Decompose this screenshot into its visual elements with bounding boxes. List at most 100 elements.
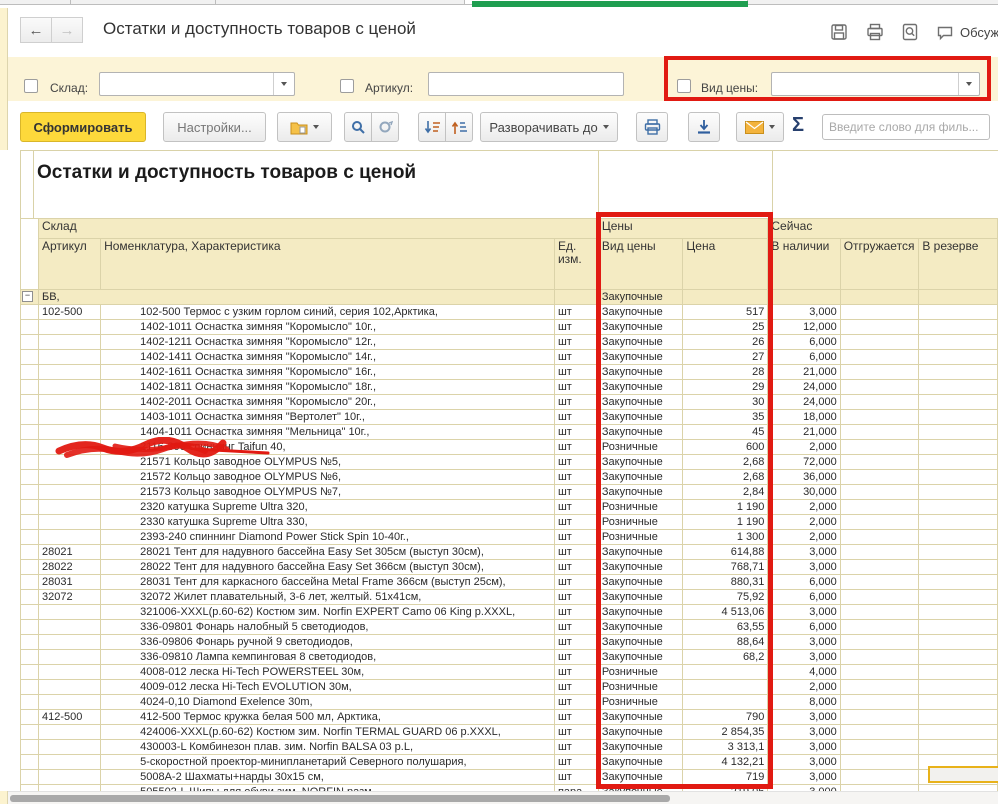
table-row[interactable]: 1402-1811 Оснастка зимняя "Коромысло" 18… (21, 380, 998, 395)
table-row[interactable]: 21571 Кольцо заводное OLYMPUS №5,штЗакуп… (21, 455, 998, 470)
table-row[interactable]: 412-500412-500 Термос кружка белая 500 м… (21, 710, 998, 725)
sklad-checkbox[interactable] (24, 79, 38, 93)
back-arrow-icon: ← (29, 22, 44, 39)
table-row[interactable]: 1402-1211 Оснастка зимняя "Коромысло" 12… (21, 335, 998, 350)
table-row[interactable]: 4024-0,10 Diamond Exelence 30m,штРозничн… (21, 695, 998, 710)
discussions-label[interactable]: Обсужден (960, 25, 998, 40)
artikul-checkbox[interactable] (340, 79, 354, 93)
report-border (598, 150, 599, 218)
table-row[interactable]: 424006-XXXL(р.60-62) Костюм зим. Norfin … (21, 725, 998, 740)
artikul-input[interactable] (428, 72, 624, 96)
report-border (20, 150, 998, 151)
send-email-button[interactable] (736, 112, 784, 142)
table-row[interactable]: 1404-1011 Оснастка зимняя "Мельница" 10г… (21, 425, 998, 440)
table-row[interactable]: 1402-1611 Оснастка зимняя "Коромысло" 16… (21, 365, 998, 380)
table-row[interactable]: 2393-240 спиннинг Diamond Power Stick Sp… (21, 530, 998, 545)
print-report-button[interactable] (636, 112, 668, 142)
chevron-down-icon (313, 125, 319, 129)
quick-filter-input[interactable] (822, 114, 990, 140)
expand-to-button[interactable]: Разворачивать до (480, 112, 618, 142)
reset-search-button[interactable] (371, 112, 399, 142)
back-button[interactable]: ← (20, 17, 52, 43)
search-button[interactable] (344, 112, 372, 142)
chevron-down-icon[interactable] (958, 73, 979, 95)
save-report-button[interactable] (688, 112, 720, 142)
table-row[interactable]: 5-скоростной проектор-минипланетарий Сев… (21, 755, 998, 770)
vid-ceny-combobox[interactable] (771, 72, 980, 96)
header-now-group: Сейчас (768, 219, 998, 239)
table-row[interactable]: 3207232072 Жилет плавательный, 3-6 лет, … (21, 590, 998, 605)
folder-icon (290, 120, 308, 135)
sort-descending-button[interactable] (418, 112, 446, 142)
table-row[interactable]: 2803128031 Тент для каркасного бассейна … (21, 575, 998, 590)
table-row[interactable]: 21572 Кольцо заводное OLYMPUS №6,штЗакуп… (21, 470, 998, 485)
report-tbody: −БВ,Закупочные102-500102-500 Термос с уз… (21, 290, 998, 792)
sklad-label: Склад: (50, 81, 88, 95)
vid-ceny-label: Вид цены: (701, 81, 758, 95)
header-sklad: Склад (39, 219, 599, 239)
table-row[interactable]: 1402-2011 Оснастка зимняя "Коромысло" 20… (21, 395, 998, 410)
chevron-down-icon[interactable] (273, 73, 294, 95)
totals-sigma-button[interactable]: Σ (792, 114, 804, 137)
table-row[interactable]: 2116-300 спиннинг Taifun 40,штРозничные6… (21, 440, 998, 455)
sort-descending-icon (424, 120, 441, 135)
table-row[interactable]: 430003-L Комбинезон плав. зим. Norfin BA… (21, 740, 998, 755)
table-row[interactable]: 2320 катушка Supreme Ultra 320,штРозничн… (21, 500, 998, 515)
report-border (772, 150, 773, 218)
table-row[interactable]: 2330 катушка Supreme Ultra 330,штРозничн… (21, 515, 998, 530)
table-row[interactable]: 5008А-2 Шахматы+нарды 30х15 см,штЗакупоч… (21, 770, 998, 785)
selected-cell[interactable] (928, 766, 998, 783)
active-tab-indicator (472, 1, 748, 7)
sort-ascending-button[interactable] (445, 112, 473, 142)
report-border (20, 150, 21, 218)
expand-to-label: Разворачивать до (489, 120, 597, 135)
table-row[interactable]: 336-09810 Лампа кемпинговая 8 светодиодо… (21, 650, 998, 665)
horizontal-scrollbar[interactable] (8, 791, 998, 804)
table-row[interactable]: 21573 Кольцо заводное OLYMPUS №7,штЗакуп… (21, 485, 998, 500)
browser-tab[interactable] (71, 0, 216, 5)
save-icon[interactable] (830, 23, 848, 41)
report-border (33, 150, 34, 218)
download-icon (696, 119, 712, 135)
table-row[interactable]: 1403-1011 Оснастка зимняя "Вертолет" 10г… (21, 410, 998, 425)
printer-icon (644, 119, 661, 135)
report-table: Склад Цены Сейчас Артикул Номенклатура, … (20, 218, 998, 791)
browser-tab[interactable] (216, 0, 465, 5)
vid-ceny-checkbox[interactable] (677, 79, 691, 93)
table-row[interactable]: 1402-1411 Оснастка зимняя "Коромысло" 14… (21, 350, 998, 365)
header-in-stock: В наличии (768, 239, 840, 290)
collapse-group-button[interactable]: − (22, 291, 33, 302)
discussions-icon[interactable] (936, 23, 954, 41)
table-row[interactable]: 4009-012 леска Hi-Tech EVOLUTION 30м,штР… (21, 680, 998, 695)
report-title: Остатки и доступность товаров с ценой (37, 162, 416, 184)
generate-button[interactable]: Сформировать (20, 112, 146, 142)
print-icon[interactable] (866, 23, 884, 41)
chevron-down-icon (603, 125, 609, 129)
sort-ascending-icon (451, 120, 468, 135)
forward-button[interactable]: → (51, 17, 83, 43)
chevron-down-icon (769, 125, 775, 129)
header-price-type: Вид цены (598, 239, 683, 290)
browser-tab[interactable] (0, 0, 71, 5)
sklad-combobox[interactable] (99, 72, 295, 96)
table-row[interactable]: 102-500102-500 Термос с узким горлом син… (21, 305, 998, 320)
header-price: Цена (683, 239, 768, 290)
table-row[interactable]: 336-09806 Фонарь ручной 9 светодиодов,шт… (21, 635, 998, 650)
table-row[interactable]: 321006-XXXL(р.60-62) Костюм зим. Norfin … (21, 605, 998, 620)
settings-button[interactable]: Настройки... (163, 112, 266, 142)
browser-tab[interactable] (748, 0, 998, 5)
scrollbar-thumb[interactable] (10, 795, 670, 802)
table-row[interactable]: 4008-012 леска Hi-Tech POWERSTEEL 30м,шт… (21, 665, 998, 680)
header-reserved: В резерве (919, 239, 998, 290)
table-row[interactable]: 2802228022 Тент для надувного бассейна E… (21, 560, 998, 575)
table-row[interactable]: 1402-1011 Оснастка зимняя "Коромысло" 10… (21, 320, 998, 335)
page-title: Остатки и доступность товаров с ценой (103, 19, 416, 39)
group-row[interactable]: −БВ,Закупочные (21, 290, 998, 305)
table-row[interactable]: 336-09801 Фонарь налобный 5 светодиодов,… (21, 620, 998, 635)
table-row[interactable]: 2802128021 Тент для надувного бассейна E… (21, 545, 998, 560)
saved-settings-button[interactable] (277, 112, 332, 142)
report-area: Остатки и доступность товаров с ценой Ск… (0, 150, 998, 791)
preview-icon[interactable] (901, 23, 919, 41)
header-artikul: Артикул (39, 239, 101, 290)
corner-cell (21, 219, 39, 290)
